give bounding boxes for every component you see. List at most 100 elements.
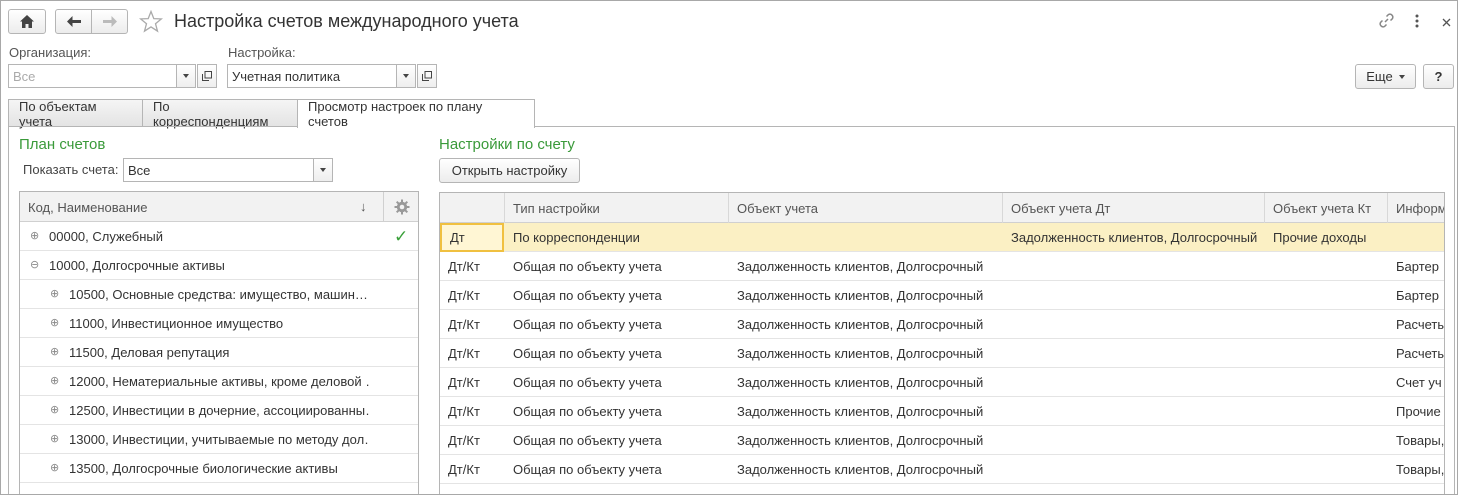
table-cell: Расчеты [1388, 310, 1445, 339]
table-cell: Общая по объекту учета [505, 426, 729, 455]
chevron-down-icon [1399, 75, 1405, 79]
open-setting-button[interactable]: Открыть настройку [439, 158, 580, 183]
table-cell: Дт/Кт [440, 339, 504, 368]
checkmark-icon: ✓ [394, 222, 408, 251]
table-cell: Дт/Кт [440, 368, 504, 397]
table-cell [1265, 339, 1388, 368]
column-header[interactable]: Тип настройки [505, 193, 729, 223]
home-button[interactable] [8, 9, 46, 34]
setting-value: Учетная политика [232, 69, 340, 84]
help-button-label: ? [1435, 69, 1443, 84]
organization-placeholder: Все [13, 69, 35, 84]
expand-icon[interactable]: ⊕ [50, 319, 59, 328]
column-header[interactable]: Объект учета Дт [1003, 193, 1265, 223]
expand-icon[interactable]: ⊕ [50, 406, 59, 415]
tree-row[interactable]: ⊕ 00000, Служебный ✓ [20, 222, 418, 251]
table-cell: Бартер [1388, 281, 1445, 310]
tree-row-label: 11000, Инвестиционное имущество [69, 309, 369, 338]
settings-gear-button[interactable] [383, 192, 419, 222]
more-button[interactable]: Еще [1355, 64, 1416, 89]
tree-row[interactable]: ⊕13500, Долгосрочные биологические актив… [20, 454, 418, 483]
close-icon[interactable] [1442, 15, 1451, 30]
collapse-icon[interactable]: ⊖ [30, 261, 39, 270]
expand-icon[interactable]: ⊕ [50, 464, 59, 473]
table-row[interactable]: Дт/КтОбщая по объекту учетаЗадолженность… [440, 368, 1444, 397]
home-icon [20, 15, 34, 28]
table-cell: Бартер [1388, 252, 1445, 281]
tree-row[interactable]: ⊖ 10000, Долгосрочные активы [20, 251, 418, 280]
setting-field[interactable]: Учетная политика [227, 64, 416, 88]
organization-dropdown-button[interactable] [176, 64, 196, 88]
table-row[interactable]: Дт/КтОбщая по объекту учетаЗадолженность… [440, 252, 1444, 281]
table-cell [1003, 339, 1265, 368]
expand-icon[interactable]: ⊕ [30, 232, 39, 241]
table-cell [1003, 397, 1265, 426]
tree-row[interactable]: ⊕ 11000, Инвестиционное имущество [20, 309, 418, 338]
table-cell: Расчеты [1388, 339, 1445, 368]
chevron-down-icon [320, 168, 326, 172]
table-cell: Общая по объекту учета [505, 397, 729, 426]
table-cell [1265, 397, 1388, 426]
favorite-star-icon[interactable] [139, 10, 163, 36]
table-cell [1003, 455, 1265, 484]
show-accounts-field[interactable]: Все [123, 158, 333, 182]
table-cell [1265, 252, 1388, 281]
setting-open-button[interactable] [417, 64, 437, 88]
tree-row[interactable]: ⊕13000, Инвестиции, учитываемые по метод… [20, 425, 418, 454]
tree-row-label: 00000, Служебный [49, 222, 369, 251]
tree-row[interactable]: ⊕ 12500, Инвестиции в дочерние, ассоцииро… [20, 396, 418, 425]
table-row[interactable]: Дт/КтОбщая по объекту учетаЗадолженность… [440, 281, 1444, 310]
help-button[interactable]: ? [1423, 64, 1454, 89]
column-header[interactable]: Объект учета [729, 193, 1003, 223]
table-row[interactable]: Дт/КтОбщая по объекту учетаЗадолженность… [440, 397, 1444, 426]
settings-table-header: Тип настройкиОбъект учетаОбъект учета Дт… [440, 193, 1444, 223]
show-accounts-value: Все [128, 163, 150, 178]
tree-row-label: 12500, Инвестиции в дочерние, ассоцииров… [69, 396, 369, 425]
table-cell [1388, 223, 1445, 252]
tab-by-correspondences[interactable]: По корреспонденциям [142, 99, 298, 127]
setting-dropdown-button[interactable] [396, 64, 416, 88]
table-cell [729, 223, 1003, 252]
table-cell: Дт/Кт [440, 310, 504, 339]
tree-row-label: 10000, Долгосрочные активы [49, 251, 369, 280]
code-name-column-header[interactable]: Код, Наименование [20, 192, 383, 222]
chevron-down-icon [403, 74, 409, 78]
table-cell: Общая по объекту учета [505, 455, 729, 484]
column-header[interactable] [440, 193, 505, 223]
more-button-label: Еще [1366, 69, 1392, 84]
window: Настройка счетов международного учета Ор… [0, 0, 1458, 495]
link-icon[interactable] [1378, 12, 1395, 32]
open-window-icon [202, 71, 212, 81]
table-cell: Задолженность клиентов, Долгосрочный [729, 455, 1003, 484]
tab-view-by-chart[interactable]: Просмотр настроек по плану счетов [297, 99, 535, 128]
tree-row[interactable]: ⊕11500, Деловая репутация [20, 338, 418, 367]
organization-field[interactable]: Все [8, 64, 196, 88]
column-header[interactable]: Информ [1388, 193, 1445, 223]
table-row[interactable]: Дт/КтОбщая по объекту учетаЗадолженность… [440, 426, 1444, 455]
expand-icon[interactable]: ⊕ [50, 348, 59, 357]
table-row[interactable]: Дт/КтОбщая по объекту учетаЗадолженность… [440, 455, 1444, 484]
table-row[interactable]: Дт/КтОбщая по объекту учетаЗадолженность… [440, 339, 1444, 368]
tree-row[interactable]: ⊕12000, Нематериальные активы, кроме дел… [20, 367, 418, 396]
sort-down-icon[interactable]: ↓ [360, 199, 367, 214]
table-row[interactable]: Дт/КтОбщая по объекту учетаЗадолженность… [440, 310, 1444, 339]
expand-icon[interactable]: ⊕ [50, 435, 59, 444]
expand-icon[interactable]: ⊕ [50, 377, 59, 386]
back-button[interactable] [55, 9, 92, 34]
tree-row[interactable]: ⊕ 10500, Основные средства: имущество, ма… [20, 280, 418, 309]
table-cell: Задолженность клиентов, Долгосрочный [729, 368, 1003, 397]
table-row[interactable]: ДтПо корреспонденцииЗадолженность клиент… [440, 223, 1444, 252]
tab-label: По корреспонденциям [153, 99, 287, 129]
tree-row-label: 10500, Основные средства: имущество, маш… [69, 280, 369, 309]
more-vertical-icon[interactable] [1414, 13, 1420, 29]
tab-by-objects[interactable]: По объектам учета [8, 99, 143, 127]
column-header[interactable]: Объект учета Кт [1265, 193, 1388, 223]
table-cell: Дт/Кт [440, 252, 504, 281]
organization-open-button[interactable] [197, 64, 217, 88]
table-cell: Счет уч [1388, 368, 1445, 397]
expand-icon[interactable]: ⊕ [50, 290, 59, 299]
show-accounts-dropdown-button[interactable] [313, 158, 333, 182]
forward-button[interactable] [91, 9, 128, 34]
table-cell [1003, 368, 1265, 397]
table-cell [1003, 281, 1265, 310]
